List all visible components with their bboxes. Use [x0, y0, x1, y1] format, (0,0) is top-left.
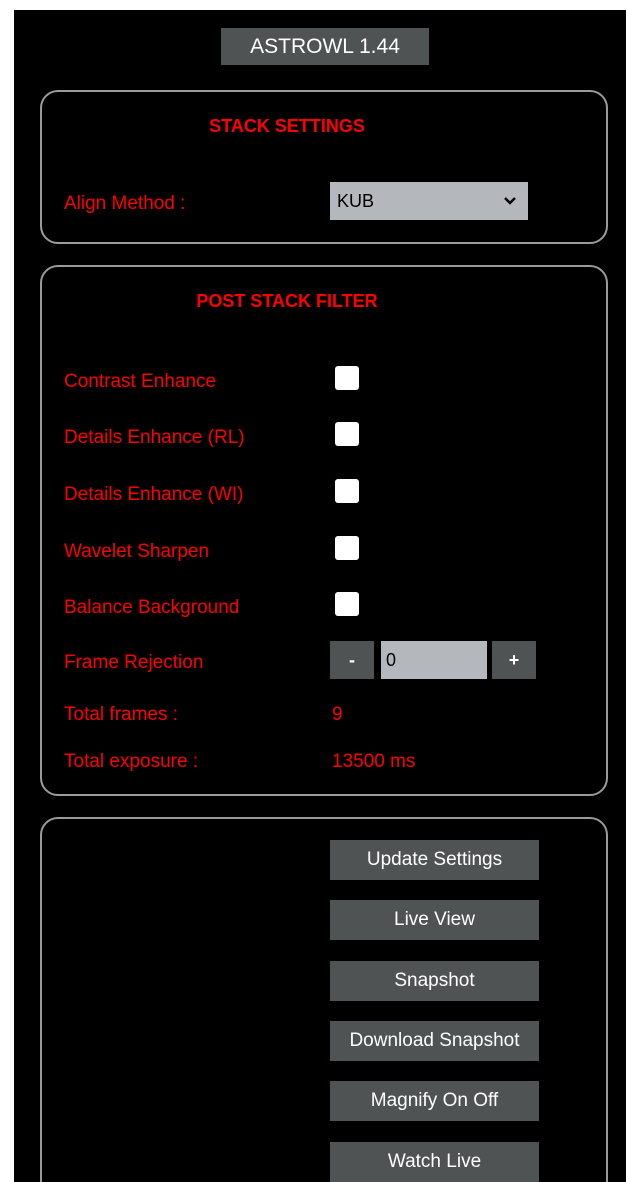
chevron-down-icon [504, 197, 516, 205]
contrast-enhance-label: Contrast Enhance [64, 371, 217, 392]
balance-background-checkbox[interactable] [335, 592, 359, 616]
details-enhance-rl-checkbox[interactable] [335, 422, 359, 446]
update-settings-button[interactable]: Update Settings [330, 840, 539, 880]
frame-rejection-decrement-button[interactable]: - [330, 641, 374, 679]
align-method-value: KUB [337, 191, 375, 211]
live-view-button[interactable]: Live View [330, 900, 539, 940]
snapshot-button[interactable]: Snapshot [330, 961, 539, 1001]
frame-rejection-increment-button[interactable]: + [492, 641, 536, 679]
actions-panel: Update Settings Live View Snapshot Downl… [40, 817, 608, 1182]
details-enhance-rl-label: Details Enhance (RL) [64, 427, 245, 448]
magnify-on-off-button[interactable]: Magnify On Off [330, 1081, 539, 1121]
align-method-select[interactable]: KUB [330, 182, 528, 220]
app-title: ASTROWL 1.44 [221, 28, 429, 65]
post-stack-filter-panel: POST STACK FILTER Contrast Enhance Detai… [40, 265, 608, 796]
wavelet-sharpen-checkbox[interactable] [335, 536, 359, 560]
wavelet-sharpen-label: Wavelet Sharpen [64, 541, 210, 562]
align-method-label: Align Method : [64, 193, 186, 214]
frame-rejection-input[interactable]: 0 [381, 641, 487, 679]
post-stack-filter-title: POST STACK FILTER [196, 291, 378, 311]
total-exposure-value: 13500 ms [332, 751, 416, 772]
balance-background-label: Balance Background [64, 597, 240, 618]
watch-live-button[interactable]: Watch Live [330, 1142, 539, 1182]
total-frames-value: 9 [332, 704, 343, 725]
details-enhance-wi-checkbox[interactable] [335, 479, 359, 503]
total-frames-label: Total frames : [64, 704, 179, 725]
details-enhance-wi-label: Details Enhance (WI) [64, 484, 244, 505]
download-snapshot-button[interactable]: Download Snapshot [330, 1021, 539, 1061]
contrast-enhance-checkbox[interactable] [335, 366, 359, 390]
frame-rejection-label: Frame Rejection [64, 652, 204, 673]
stack-settings-title: STACK SETTINGS [209, 116, 365, 136]
stack-settings-panel: STACK SETTINGS Align Method : KUB [40, 90, 608, 244]
app-container: ASTROWL 1.44 STACK SETTINGS Align Method… [14, 10, 626, 1182]
total-exposure-label: Total exposure : [64, 751, 199, 772]
